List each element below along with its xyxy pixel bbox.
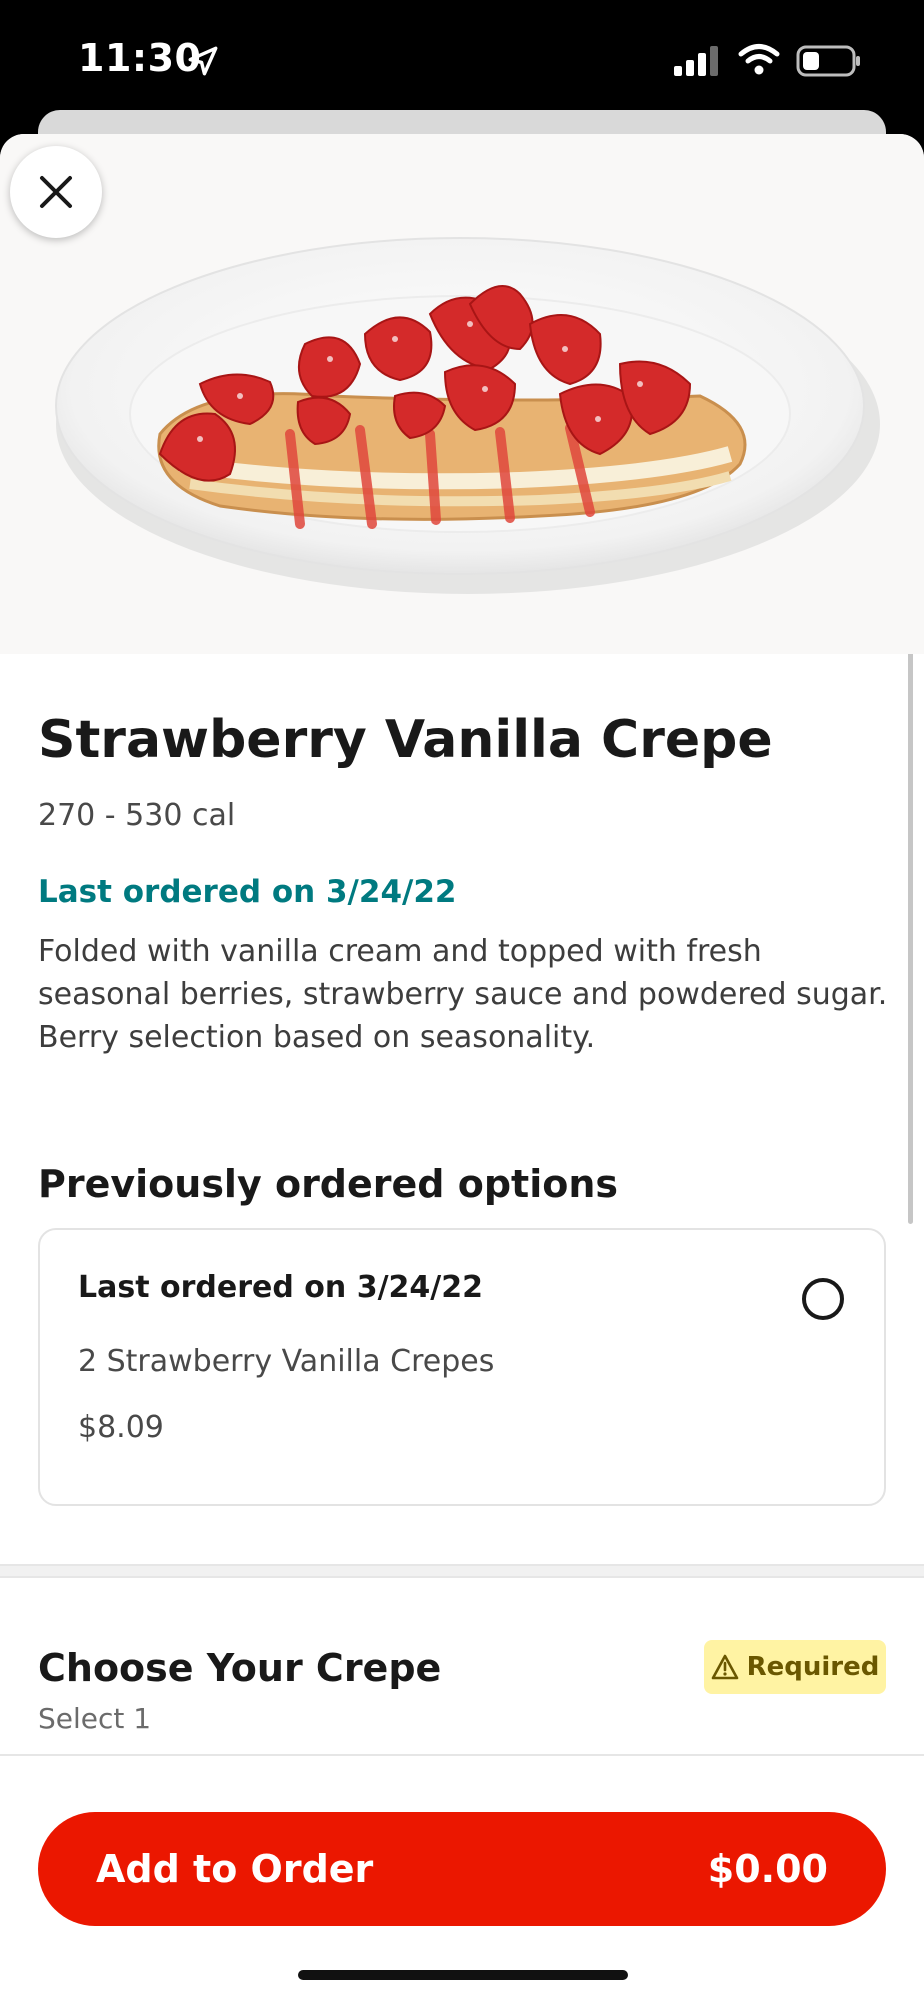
add-to-order-button[interactable]: Add to Order $0.00 [38,1812,886,1926]
close-button[interactable] [10,146,102,238]
status-bar: 11:30 [0,0,924,120]
choose-crepe-subtitle: Select 1 [38,1702,152,1735]
item-detail-sheet: Strawberry Vanilla Crepe 270 - 530 cal L… [0,134,924,2000]
item-title: Strawberry Vanilla Crepe [38,710,773,770]
required-badge: Required [704,1640,886,1694]
crepe-plate-illustration [55,237,880,594]
cellular-signal-icon [674,46,718,76]
choose-crepe-heading: Choose Your Crepe [38,1646,442,1690]
close-icon [40,176,72,208]
order-total-price: $0.00 [707,1847,828,1891]
previous-order-radio[interactable] [802,1278,844,1320]
location-arrow-icon [188,46,218,76]
previous-order-item: 2 Strawberry Vanilla Crepes [78,1344,495,1379]
footer-bar: Add to Order $0.00 [0,1754,924,2000]
status-time: 11:30 [78,36,202,80]
section-divider [0,1564,924,1578]
item-image [0,134,924,654]
previous-order-option[interactable]: Last ordered on 3/24/22 2 Strawberry Van… [38,1228,886,1506]
add-to-order-label: Add to Order [96,1847,374,1891]
last-ordered-label: Last ordered on 3/24/22 [38,874,457,910]
wifi-icon [738,44,780,75]
required-label: Required [746,1652,880,1682]
home-indicator[interactable] [298,1970,628,1980]
item-description: Folded with vanilla cream and topped wit… [38,934,888,1055]
previous-order-title: Last ordered on 3/24/22 [78,1270,483,1305]
previous-order-price: $8.09 [78,1410,164,1445]
warning-icon [711,1654,738,1680]
battery-icon [796,45,860,77]
item-calories: 270 - 530 cal [38,798,236,833]
previous-options-heading: Previously ordered options [38,1162,619,1206]
